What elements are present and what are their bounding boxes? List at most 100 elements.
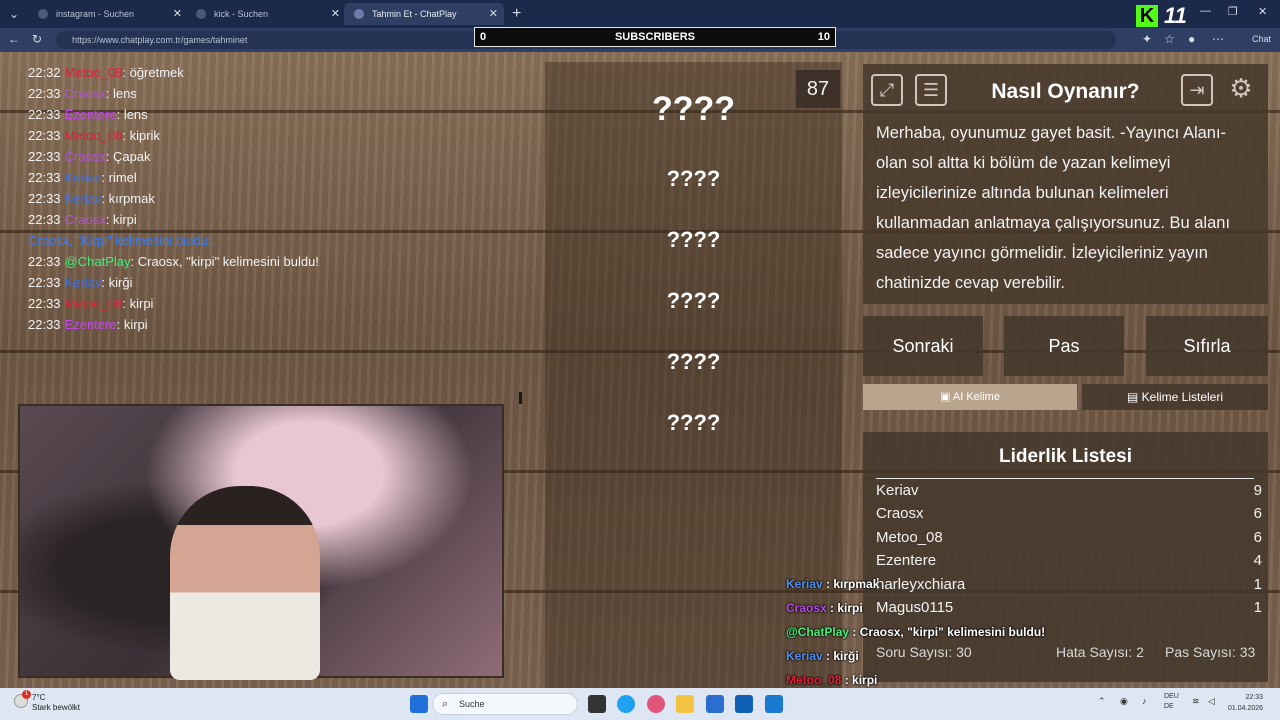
tab-list-icon[interactable]: ⌄ xyxy=(4,4,24,24)
next-button[interactable]: Sonraki xyxy=(863,316,983,376)
chat-timestamp: 22:33 xyxy=(28,317,61,332)
hidden-word: ???? xyxy=(666,349,721,374)
hidden-word: ???? xyxy=(666,410,721,435)
player-score: 1 xyxy=(1253,576,1262,593)
tab-chatplay[interactable]: Tahmin Et - ChatPlay ✕ xyxy=(344,3,504,25)
player-score: 9 xyxy=(1253,482,1262,499)
chat-timestamp: 22:33 xyxy=(28,149,61,164)
chat-username[interactable]: Ezentere xyxy=(65,107,117,122)
word-lists-button[interactable]: ▤ Kelime Listeleri xyxy=(1082,384,1268,410)
overlay-chat-line: Keriav : kırpmak xyxy=(786,572,1116,596)
more-icon[interactable]: ⋯ xyxy=(1212,32,1224,46)
chat-message: : kirği xyxy=(101,275,133,290)
reload-icon[interactable]: ↻ xyxy=(32,32,42,46)
tab-favicon xyxy=(38,9,48,19)
edge-browser-icon[interactable] xyxy=(617,695,635,713)
microphone-icon[interactable]: ♪ xyxy=(1142,696,1147,706)
pass-button[interactable]: Pas xyxy=(1004,316,1124,376)
new-tab-icon[interactable]: + xyxy=(512,4,521,24)
chat-timestamp: 22:33 xyxy=(28,128,61,143)
leaderboard-title: Liderlik Listesi xyxy=(998,446,1133,467)
fullscreen-icon[interactable]: ⤢ xyxy=(871,74,903,106)
profile-avatar-icon[interactable]: ● xyxy=(1188,32,1195,46)
ai-word-button[interactable]: ▣ AI Kelime xyxy=(863,384,1077,410)
mail-icon[interactable] xyxy=(735,695,753,713)
settings-gear-icon[interactable]: ⚙ xyxy=(1225,74,1257,106)
favorites-icon[interactable]: ☆ xyxy=(1164,32,1175,46)
language-indicator[interactable]: DEU DE xyxy=(1164,692,1179,712)
chat-scrollbar[interactable] xyxy=(519,392,522,404)
hidden-word: ???? xyxy=(666,227,721,252)
close-tab-icon[interactable]: ✕ xyxy=(489,3,498,25)
reset-button[interactable]: Sıfırla xyxy=(1146,316,1268,376)
chat-username[interactable]: @ChatPlay xyxy=(65,254,131,269)
file-explorer-icon[interactable] xyxy=(676,695,694,713)
windows-taskbar: 1 7°C Stark bewölkt ⌕ Suche ⌃ ◉ ♪ DEU DE… xyxy=(0,688,1280,720)
list-icon: ▤ xyxy=(1126,390,1142,404)
chat-username[interactable]: Keriav xyxy=(65,275,102,290)
chat-username[interactable]: Ezentere xyxy=(65,317,117,332)
chat-message: : Craosx, "kirpi" kelimesini buldu! xyxy=(130,254,319,269)
chat-line: 22:33 Craosx: lens xyxy=(6,83,524,104)
player-name: Ezentere xyxy=(876,552,937,569)
tray-expand-icon[interactable]: ⌃ xyxy=(1098,696,1106,707)
chat-username[interactable]: Keriav xyxy=(65,170,102,185)
chat-timestamp: 22:33 xyxy=(28,107,61,122)
subscriber-goal-bar: 0 SUBSCRIBERS 10 xyxy=(474,27,836,47)
volume-icon[interactable]: ◁ xyxy=(1208,696,1215,707)
word-lists-label: Kelime Listeleri xyxy=(1141,390,1224,404)
copilot-icon[interactable] xyxy=(647,695,665,713)
close-window-icon[interactable]: ✕ xyxy=(1258,5,1267,18)
chat-message: : kirpi xyxy=(116,317,148,332)
chat-line: 22:33 Ezentere: kirpi xyxy=(6,314,524,335)
player-name: Metoo_08 xyxy=(876,529,943,546)
copilot-chat-button[interactable]: Chat xyxy=(1252,34,1271,44)
close-tab-icon[interactable]: ✕ xyxy=(173,3,182,25)
chat-username[interactable]: Craosx, "Kirpi" kelimesini buldu!. xyxy=(28,233,215,248)
chat-username[interactable]: Metoo_08 xyxy=(65,65,123,80)
task-view-icon[interactable] xyxy=(588,695,606,713)
overlay-message: : kirği xyxy=(822,649,859,663)
windows-start-icon[interactable] xyxy=(410,695,428,713)
chat-username[interactable]: Keriav xyxy=(65,191,102,206)
tab-kick[interactable]: kick - Suchen ✕ xyxy=(186,3,346,25)
chat-line: 22:33 Keriav: kırpmak xyxy=(6,188,524,209)
tab-label: Tahmin Et - ChatPlay xyxy=(372,9,457,19)
close-tab-icon[interactable]: ✕ xyxy=(331,3,340,25)
store-icon[interactable] xyxy=(706,695,724,713)
weather-widget[interactable]: 1 7°C Stark bewölkt xyxy=(14,690,80,713)
chat-timestamp: 22:32 xyxy=(28,65,61,80)
search-icon: ⌕ xyxy=(442,698,449,710)
maximize-icon[interactable]: ❐ xyxy=(1228,5,1238,18)
chat-username[interactable]: Craosx xyxy=(65,149,106,164)
chat-username[interactable]: Metoo_08 xyxy=(65,128,123,143)
exit-icon[interactable]: ⇥ xyxy=(1181,74,1213,106)
tab-instagram[interactable]: instagram - Suchen ✕ xyxy=(28,3,188,25)
chat-line: 22:33 Keriav: rimel xyxy=(6,167,524,188)
player-name: Craosx xyxy=(876,505,924,522)
minimize-icon[interactable]: — xyxy=(1200,5,1211,17)
chat-username[interactable]: Craosx xyxy=(65,86,106,101)
network-icon[interactable]: ◉ xyxy=(1120,696,1128,707)
extensions-icon[interactable]: ✦ xyxy=(1142,32,1152,46)
chat-username[interactable]: Craosx xyxy=(65,212,106,227)
overlay-message: : kirpi xyxy=(841,673,878,687)
overlay-username: Keriav xyxy=(786,577,823,591)
outlook-icon[interactable] xyxy=(765,695,783,713)
notes-icon[interactable]: ☰ xyxy=(915,74,947,106)
wifi-icon[interactable]: ≋ xyxy=(1192,696,1200,707)
tab-label: kick - Suchen xyxy=(214,9,269,19)
chat-line: 22:33 Craosx: Çapak xyxy=(6,146,524,167)
taskbar-search[interactable]: ⌕ Suche xyxy=(432,693,578,715)
chat-message: : lens xyxy=(116,107,148,122)
how-to-play-title: Nasıl Oynanır? xyxy=(991,80,1140,103)
chat-message: : kirpi xyxy=(122,296,154,311)
kick-counter: 11 xyxy=(1164,3,1187,28)
tab-label: instagram - Suchen xyxy=(56,9,135,19)
chat-line: 22:33 Metoo_08: kirpi xyxy=(6,293,524,314)
overlay-message: : kirpi xyxy=(826,601,863,615)
overlay-chat-line: Keriav : kirği xyxy=(786,644,1116,668)
system-clock[interactable]: 22:33 01.04.2026 xyxy=(1228,692,1263,714)
back-icon[interactable]: ← xyxy=(8,32,20,46)
chat-username[interactable]: Metoo_08 xyxy=(65,296,123,311)
